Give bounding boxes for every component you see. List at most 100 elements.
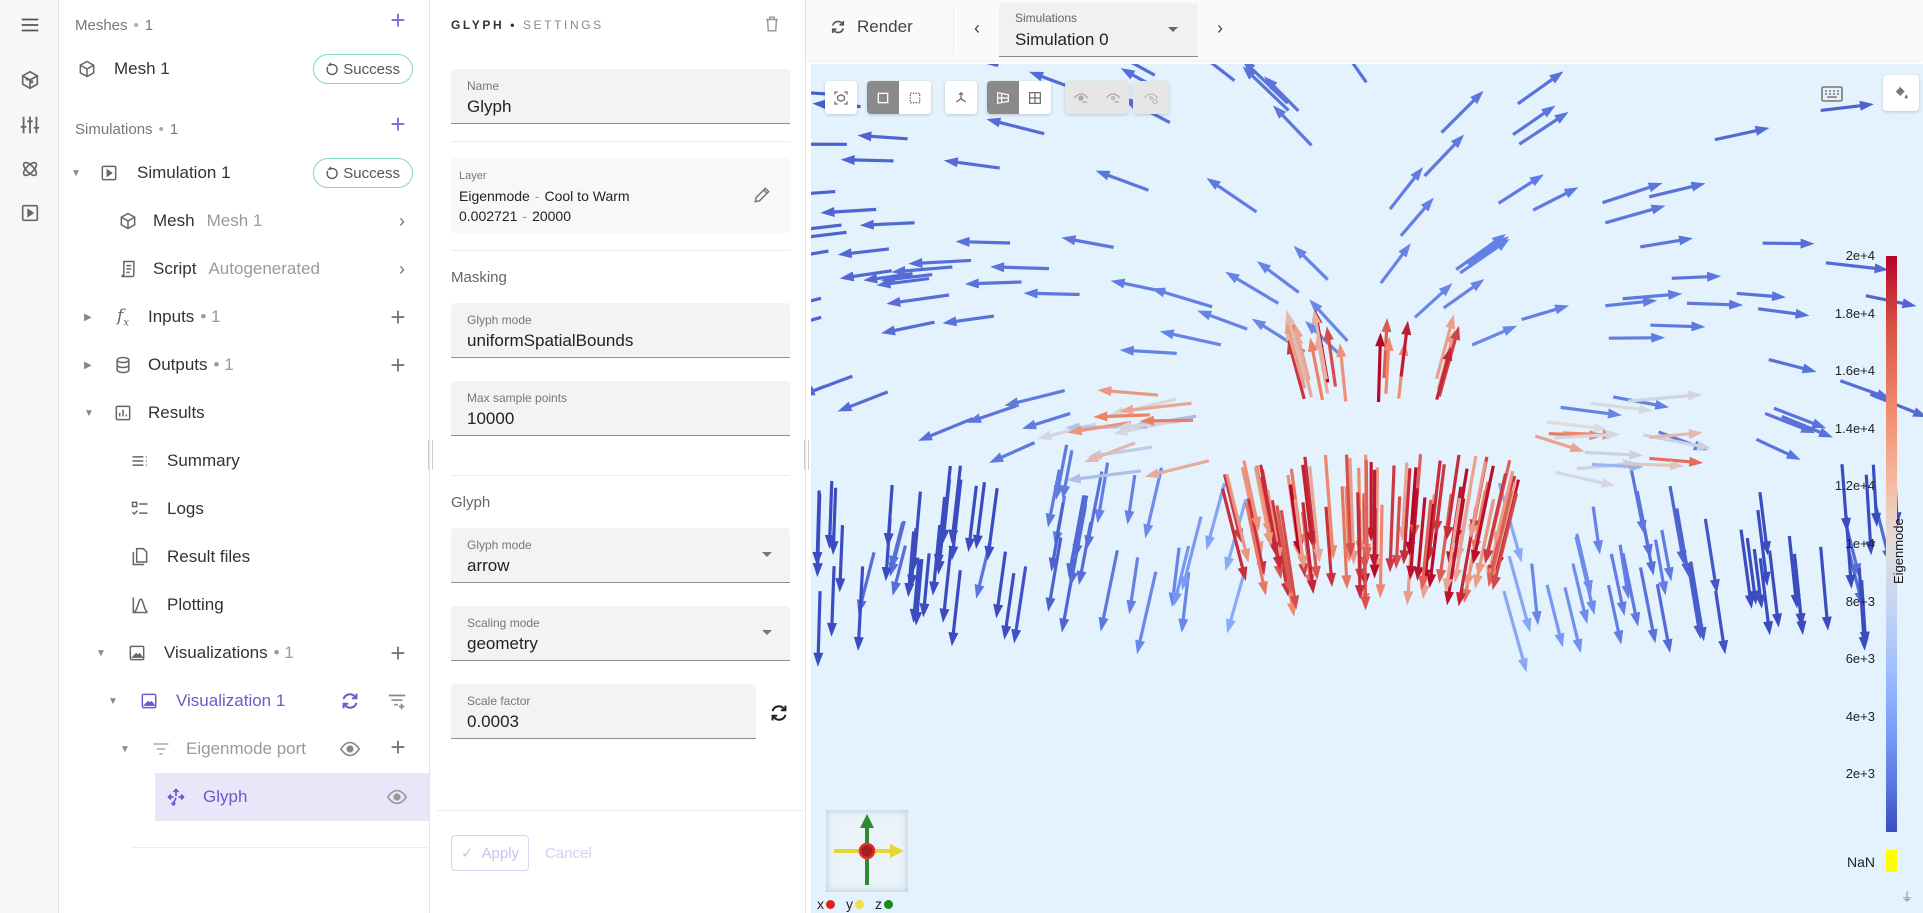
background-color-button[interactable] [1883, 75, 1919, 111]
max-sample-points-field[interactable]: Max sample points 10000 [451, 381, 790, 436]
quad-view-button[interactable] [1019, 81, 1051, 114]
add-visualization-button[interactable]: + [387, 640, 409, 666]
colorbar-tick-label: 1.2e+4 [1834, 478, 1875, 494]
masking-glyph-mode-field[interactable]: Glyph mode uniformSpatialBounds [451, 303, 790, 358]
apply-button[interactable]: ✓ Apply [451, 835, 529, 871]
sync-icon [342, 693, 358, 709]
keyboard-shortcuts-button[interactable] [1821, 86, 1843, 102]
reset-camera-button[interactable] [825, 81, 857, 114]
tree-item-results[interactable]: ▼ Results [59, 393, 429, 433]
glyph-arrow [1638, 567, 1658, 644]
filter-icon [150, 738, 172, 760]
add-input-button[interactable]: + [387, 304, 409, 330]
tree-item-result-files[interactable]: Result files [59, 537, 429, 577]
render-button[interactable]: Render [829, 17, 913, 37]
3d-canvas[interactable]: 2e+4 1.8e+4 1.6e+4 1.4e+4 1.2e+4 1e+4 8e+3 6e+3… [811, 64, 1923, 913]
focus-cube-icon [834, 90, 848, 105]
meshes-count: 1 [144, 17, 154, 34]
tree-item-plotting[interactable]: Plotting [59, 585, 429, 625]
apply-label: Apply [481, 844, 520, 862]
add-filter-child-button[interactable]: + [387, 734, 409, 760]
glyph-arrow [1591, 506, 1603, 555]
glyph-arrow [1555, 470, 1616, 488]
simulation-play-icon[interactable] [18, 201, 42, 225]
next-simulation-button[interactable]: › [1210, 18, 1230, 39]
field-label: Scale factor [467, 694, 531, 708]
expand-caret-icon[interactable]: ▶ [84, 360, 94, 371]
orientation-widget[interactable] [826, 810, 908, 892]
chevron-right-icon: › [399, 210, 405, 231]
resize-handle[interactable] [428, 440, 433, 470]
menu-icon[interactable] [18, 13, 42, 37]
glyph-arrow [1098, 549, 1119, 632]
glyph-arrow [990, 262, 1050, 273]
surface-mode-button[interactable] [867, 81, 899, 114]
collapse-caret-icon[interactable]: ▼ [108, 696, 118, 707]
axis-legend-label: z [875, 896, 882, 912]
separator: - [522, 208, 528, 224]
mesh-icon[interactable] [18, 68, 42, 92]
reset-scale-button[interactable] [768, 702, 790, 724]
hide-others-button[interactable] [1097, 81, 1129, 114]
render-mode-toolbar-group [867, 81, 931, 114]
expand-caret-icon[interactable]: ▶ [84, 312, 94, 323]
panel-title: GLYPH • SETTINGS [451, 18, 604, 32]
glyph-arrow [1660, 529, 1674, 582]
edit-layer-button[interactable] [752, 185, 772, 205]
name-field[interactable]: Name Glyph [451, 69, 790, 124]
tree-item-eigenmode-port[interactable]: ▼ Eigenmode port [59, 729, 429, 769]
glyph-arrow [918, 416, 974, 441]
tree-item-visualization-1[interactable]: ▼ Visualization 1 [59, 681, 429, 721]
visibility-toggle[interactable] [338, 737, 362, 761]
scaling-mode-select[interactable]: Scaling mode geometry [451, 606, 790, 661]
axes-toggle-button[interactable] [945, 81, 977, 114]
scale-factor-field[interactable]: Scale factor 0.0003 [451, 684, 756, 739]
glyph-arrow [1687, 567, 1704, 640]
tree-item-logs[interactable]: Logs [59, 489, 429, 529]
add-simulation-button[interactable]: + [387, 111, 409, 137]
viewport: Render ‹ Simulations Simulation 0 › 2e+4… [807, 0, 1923, 913]
single-view-button[interactable] [987, 81, 1019, 114]
add-filter-button[interactable] [385, 689, 409, 713]
cancel-button[interactable]: Cancel [545, 845, 592, 862]
database-icon [112, 354, 134, 376]
glyph-arrows-icon [165, 786, 187, 808]
collapse-caret-icon[interactable]: ▼ [96, 648, 106, 659]
visibility-toggle[interactable] [385, 785, 409, 809]
tree-item-script[interactable]: Script Autogenerated › [59, 249, 429, 289]
single-view-icon [997, 91, 1009, 104]
tree-item-inputs[interactable]: ▶ fx Inputs • 1 [59, 297, 429, 337]
tree-item-outputs[interactable]: ▶ Outputs • 1 [59, 345, 429, 385]
simulation-select[interactable]: Simulations Simulation 0 [999, 3, 1198, 57]
collapse-caret-icon[interactable]: ▼ [120, 744, 130, 755]
cube-icon [76, 58, 98, 80]
tree-item-label: Result files [167, 547, 251, 566]
physics-atom-icon[interactable] [18, 157, 42, 181]
tree-item-summary[interactable]: Summary [59, 441, 429, 481]
collapse-caret-icon[interactable]: ▼ [71, 168, 81, 179]
collapse-caret-icon[interactable]: ▼ [84, 408, 94, 419]
tree-item-label: Simulation 1 [137, 163, 231, 182]
wireframe-mode-button[interactable] [899, 81, 931, 114]
sync-button[interactable] [338, 689, 362, 713]
glyph-arrow [1023, 288, 1080, 299]
delete-button[interactable] [763, 15, 781, 33]
eye-minus-icon [1073, 92, 1089, 103]
glyph-mode-select[interactable]: Glyph mode arrow [451, 528, 790, 583]
sync-icon [771, 705, 787, 721]
dropdown-arrow-icon [1168, 27, 1178, 32]
glyph-arrow [1197, 310, 1248, 331]
add-output-button[interactable]: + [387, 352, 409, 378]
tree-item-mesh[interactable]: Mesh Mesh 1 › [59, 201, 429, 241]
glyph-arrow [1655, 583, 1673, 654]
tree-item-visualizations[interactable]: ▼ Visualizations • 1 [59, 633, 429, 673]
square-icon [877, 92, 889, 103]
previous-simulation-button[interactable]: ‹ [967, 18, 987, 39]
glyph-arrow [1351, 64, 1368, 84]
chevron-right-icon: › [399, 258, 405, 279]
show-all-button[interactable] [1133, 81, 1169, 114]
app-root: Meshes • 1 + Mesh 1 Success Simulations • 1 … [0, 0, 1923, 913]
hide-selected-button[interactable] [1065, 81, 1097, 114]
settings-sliders-icon[interactable] [18, 113, 42, 137]
add-mesh-button[interactable]: + [387, 7, 409, 33]
